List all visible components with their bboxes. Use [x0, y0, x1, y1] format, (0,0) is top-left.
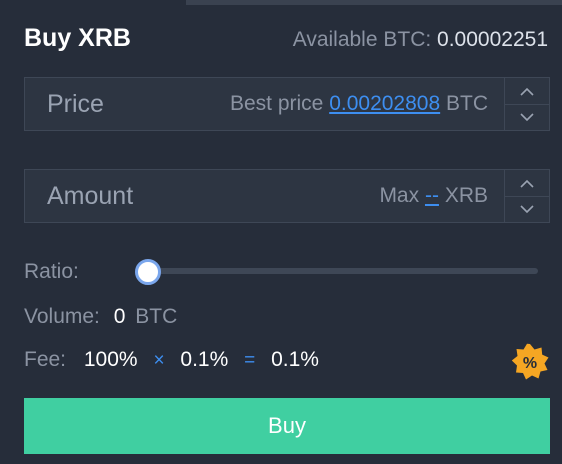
multiply-sign: × — [153, 350, 165, 371]
chevron-up-icon — [520, 87, 534, 96]
fee-row: Fee: 100% × 0.1% = 0.1% — [24, 348, 319, 372]
fee-result: 0.1% — [271, 348, 319, 371]
ratio-label: Ratio: — [24, 260, 79, 283]
badge-symbol: % — [523, 355, 537, 372]
amount-unit: XRB — [444, 184, 488, 207]
best-price-label: Best price — [229, 92, 324, 115]
amount-decrement-button[interactable] — [505, 196, 549, 222]
price-unit: BTC — [446, 92, 488, 115]
buy-button[interactable]: Buy — [24, 398, 550, 454]
price-increment-button[interactable] — [505, 78, 549, 105]
fee-label: Fee: — [24, 348, 67, 371]
best-price-link[interactable]: 0.00202808 — [329, 92, 440, 115]
volume-label: Volume: — [24, 305, 100, 328]
chevron-up-icon — [520, 179, 534, 188]
chevron-down-icon — [520, 204, 534, 213]
price-stepper — [504, 78, 549, 130]
tab-underline — [186, 0, 562, 5]
available-value: 0.00002251 — [437, 28, 548, 51]
panel-title: Buy XRB — [24, 24, 131, 52]
amount-label: Amount — [47, 182, 134, 210]
price-field[interactable]: Price Best price 0.00202808 BTC — [24, 77, 550, 131]
max-amount-link[interactable]: -- — [425, 184, 439, 207]
amount-field[interactable]: Amount Max -- XRB — [24, 169, 550, 223]
max-label: Max — [379, 184, 420, 207]
equals-sign: = — [244, 350, 256, 371]
fee-base: 0.1% — [180, 348, 229, 371]
fee-rate: 100% — [83, 348, 138, 371]
buy-panel: Buy XRB Available BTC: 0.00002251 Price … — [0, 0, 562, 464]
price-label: Price — [47, 90, 104, 118]
price-decrement-button[interactable] — [505, 104, 549, 130]
available-label: Available BTC: — [292, 28, 432, 51]
volume-row: Volume: 0 BTC — [24, 305, 177, 329]
available-balance: Available BTC: 0.00002251 — [293, 28, 548, 52]
volume-value: 0 — [113, 305, 126, 328]
ratio-slider-handle[interactable] — [135, 259, 161, 285]
best-price-hint: Best price 0.00202808 BTC — [230, 92, 488, 116]
amount-increment-button[interactable] — [505, 170, 549, 197]
max-amount-hint: Max -- XRB — [379, 184, 488, 208]
chevron-down-icon — [520, 112, 534, 121]
amount-stepper — [504, 170, 549, 222]
ratio-slider-track[interactable] — [148, 268, 538, 274]
discount-badge-icon[interactable]: % — [511, 343, 549, 381]
volume-unit: BTC — [135, 305, 178, 328]
